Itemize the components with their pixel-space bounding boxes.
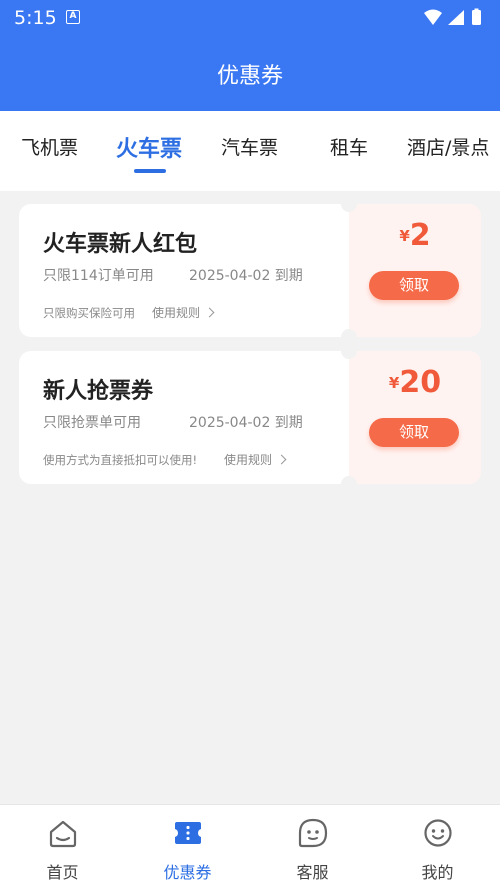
usage-rules-link[interactable]: 使用规则: [224, 451, 287, 468]
usage-rules-link[interactable]: 使用规则: [152, 304, 215, 321]
profile-icon: [422, 817, 454, 849]
currency-symbol: ¥: [388, 374, 400, 392]
coupon-icon: [172, 817, 204, 849]
tab-bus[interactable]: 汽车票: [221, 133, 278, 160]
nav-home[interactable]: 首页: [0, 805, 125, 888]
coupon-expiry: 2025-04-02 到期: [189, 415, 303, 431]
card-notch: [341, 476, 357, 492]
coupon-amount: 2: [409, 218, 431, 253]
active-tab-indicator: [134, 169, 166, 173]
category-tabs: 飞机票 火车票 汽车票 租车 酒店/景点: [0, 111, 500, 191]
coupon-expiry: 2025-04-02 到期: [189, 268, 303, 284]
system-icons: [422, 8, 490, 32]
claim-button[interactable]: 领取: [369, 271, 459, 300]
coupon-note: 只限购买保险可用: [43, 306, 135, 320]
tab-hotel-attraction[interactable]: 酒店/景点: [407, 133, 489, 160]
coupon-title: 新人抢票券: [43, 379, 154, 404]
coupon-price: ¥20: [349, 365, 481, 400]
card-notch: [341, 343, 357, 359]
claim-button[interactable]: 领取: [369, 418, 459, 447]
nav-coupons[interactable]: 优惠券: [125, 805, 250, 888]
tab-train[interactable]: 火车票: [116, 131, 182, 163]
coupon-limit: 只限抢票单可用: [43, 415, 141, 431]
coupon-value-panel: ¥20 领取: [349, 351, 481, 484]
nav-home-label: 首页: [46, 863, 79, 882]
usage-rules-label: 使用规则: [224, 453, 273, 467]
page-title: 优惠券: [216, 64, 283, 89]
coupon-info: 火车票新人红包 只限114订单可用 2025-04-02 到期 只限购买保险可用…: [19, 204, 349, 337]
chevron-right-icon: [276, 454, 287, 465]
chevron-right-icon: [204, 307, 215, 318]
status-time: 5:15: [14, 7, 57, 29]
tab-flight[interactable]: 飞机票: [21, 133, 78, 160]
customer-service-icon: [297, 817, 329, 849]
coupon-value-panel: ¥2 领取: [349, 204, 481, 337]
usage-rules-label: 使用规则: [152, 306, 201, 320]
nav-profile-label: 我的: [421, 863, 454, 882]
home-icon: [47, 817, 79, 849]
coupon-card: 新人抢票券 只限抢票单可用 2025-04-02 到期 使用方式为直接抵扣可以使…: [19, 343, 481, 492]
nav-customer-service[interactable]: 客服: [250, 805, 375, 888]
nav-customer-service-label: 客服: [296, 863, 329, 882]
coupon-note: 使用方式为直接抵扣可以使用!: [43, 453, 198, 467]
status-bar: 5:15 A: [0, 0, 500, 36]
card-notch: [341, 196, 357, 212]
currency-symbol: ¥: [399, 227, 410, 245]
coupon-title: 火车票新人红包: [43, 232, 198, 257]
coupon-price: ¥2: [349, 218, 481, 253]
coupon-limit: 只限114订单可用: [43, 268, 154, 284]
coupon-info: 新人抢票券 只限抢票单可用 2025-04-02 到期 使用方式为直接抵扣可以使…: [19, 351, 349, 484]
accessibility-notification-icon: A: [66, 10, 80, 24]
coupon-card: 火车票新人红包 只限114订单可用 2025-04-02 到期 只限购买保险可用…: [19, 196, 481, 345]
bottom-navigation: 首页 优惠券 客服 我的: [0, 804, 500, 888]
nav-coupons-label: 优惠券: [163, 863, 212, 882]
wifi-signal-battery-icon: [424, 8, 481, 25]
nav-profile[interactable]: 我的: [375, 805, 500, 888]
coupon-amount: 20: [399, 365, 442, 400]
app-bar: 优惠券: [0, 36, 500, 111]
tab-car-rental[interactable]: 租车: [330, 133, 368, 160]
